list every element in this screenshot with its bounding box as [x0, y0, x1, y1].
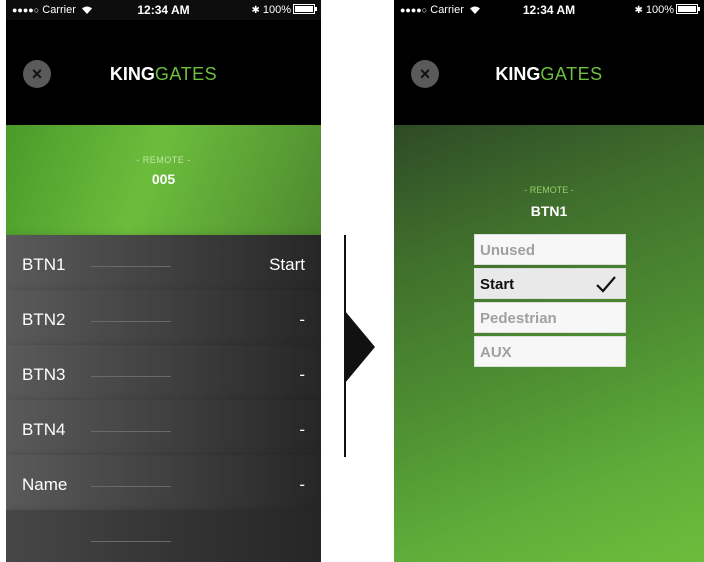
option-label: AUX	[480, 344, 512, 361]
row-divider	[91, 541, 171, 542]
option-unused[interactable]: Unused	[474, 234, 626, 265]
button-list: BTN1 Start BTN2 - BTN3 - BTN4 - Name -	[6, 235, 321, 562]
battery-percent: 100%	[262, 4, 291, 16]
row-label: BTN1	[22, 255, 66, 274]
row-label: Name	[22, 475, 68, 494]
row-label: BTN2	[22, 310, 66, 329]
logo-gates: GATES	[540, 64, 603, 84]
logo-king: KING	[495, 64, 541, 84]
nav-bar: × KINGGATES	[394, 20, 704, 125]
panel-title: BTN1	[530, 203, 568, 219]
battery-percent: 100%	[645, 4, 674, 16]
row-label: BTN3	[22, 365, 66, 384]
row-divider	[91, 486, 171, 487]
option-label: Start	[480, 276, 515, 293]
list-item-btn1[interactable]: BTN1 Start	[6, 235, 321, 290]
option-panel: - REMOTE - BTN1 Unused Start Pedestrian …	[394, 125, 704, 562]
remote-banner: - REMOTE - 005	[6, 125, 321, 235]
remote-caption: - REMOTE -	[136, 155, 191, 165]
list-item-btn3[interactable]: BTN3 -	[6, 345, 321, 400]
battery-icon	[293, 4, 317, 14]
battery-icon	[676, 4, 700, 14]
logo-gates: GATES	[154, 64, 218, 84]
option-label: Pedestrian	[480, 310, 557, 327]
left-phone-screen: ●●●●○ Carrier 12:34 AM ✱ 100% × KINGGATES…	[6, 0, 321, 562]
right-phone-screen: ●●●●○ Carrier 12:34 AM ✱ 100% × KINGGATES…	[394, 0, 704, 562]
bluetooth-icon: ✱	[634, 5, 643, 16]
row-value: -	[299, 365, 305, 384]
battery-indicator: ✱ 100%	[634, 4, 700, 16]
kinggates-logo: KINGGATES	[6, 64, 321, 85]
option-list: Unused Start Pedestrian AUX	[474, 234, 626, 370]
list-item-btn4[interactable]: BTN4 -	[6, 400, 321, 455]
checkmark-icon	[596, 276, 616, 293]
row-divider	[91, 266, 171, 267]
nav-bar: × KINGGATES	[6, 20, 321, 125]
remote-number: 005	[151, 171, 176, 187]
option-start[interactable]: Start	[474, 268, 626, 299]
row-divider	[91, 431, 171, 432]
bluetooth-icon: ✱	[251, 5, 260, 16]
row-value: -	[299, 310, 305, 329]
logo-king: KING	[109, 64, 155, 84]
row-divider	[91, 321, 171, 322]
row-value: -	[299, 475, 305, 494]
list-item-empty	[6, 510, 321, 562]
status-bar: ●●●●○ Carrier 12:34 AM ✱ 100%	[394, 0, 704, 20]
option-aux[interactable]: AUX	[474, 336, 626, 367]
list-item-name[interactable]: Name -	[6, 455, 321, 510]
status-bar: ●●●●○ Carrier 12:34 AM ✱ 100%	[6, 0, 321, 20]
remote-caption: - REMOTE -	[524, 185, 574, 195]
row-divider	[91, 376, 171, 377]
list-item-btn2[interactable]: BTN2 -	[6, 290, 321, 345]
row-value: Start	[269, 255, 305, 274]
option-label: Unused	[480, 242, 536, 259]
kinggates-logo: KINGGATES	[394, 64, 704, 85]
battery-indicator: ✱ 100%	[251, 4, 317, 16]
row-label: BTN4	[22, 420, 66, 439]
row-value: -	[299, 420, 305, 439]
option-pedestrian[interactable]: Pedestrian	[474, 302, 626, 333]
right-arrow-icon	[345, 311, 375, 383]
